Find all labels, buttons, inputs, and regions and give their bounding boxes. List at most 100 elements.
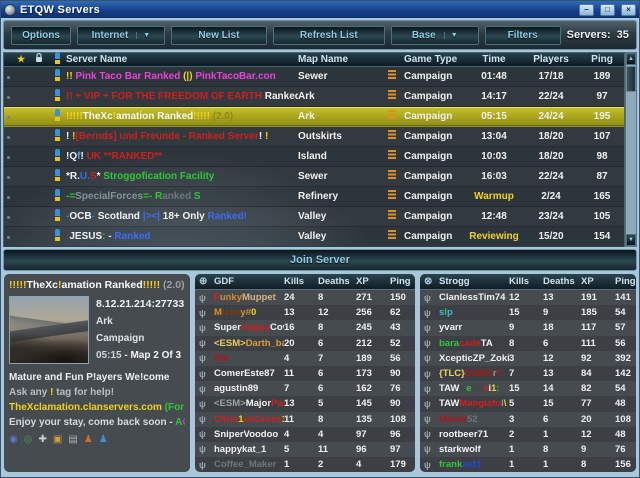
player-row[interactable]: ψRik4718956 <box>195 351 415 366</box>
close-icon[interactable]: × <box>621 4 636 16</box>
player-row[interactable]: ψTAWKennei1:15148254 <box>420 381 636 396</box>
server-list-region: ★ Server Name Map Name Game Type Time Pl… <box>3 52 637 247</box>
minimize-icon[interactable]: – <box>579 4 594 16</box>
server-row[interactable]: -OCB- Scotland |><| 18+ Only Ranked!Vall… <box>4 207 624 227</box>
player-row[interactable]: ψ<ESM>Darth_ba20621252 <box>195 336 415 351</box>
player-row[interactable]: ψfrankast1118156 <box>420 457 636 472</box>
text-part: - Map 2 Of 3 <box>124 350 181 361</box>
column-kills[interactable]: Kills <box>284 276 318 287</box>
server-name: !! Pink Taco Bar Ranked (|) PinkTacoBar.… <box>66 71 298 82</box>
player-row[interactable]: ψstarkwolf18976 <box>420 442 636 457</box>
lock-icon[interactable] <box>35 53 43 66</box>
source-dropdown[interactable]: Internet ▼ <box>77 26 165 45</box>
column-time[interactable]: Time <box>466 54 522 65</box>
player-name: XcepticZP_Zoki <box>439 353 509 364</box>
player-row[interactable]: ψrootbeer71211248 <box>420 427 636 442</box>
server-row[interactable]: !! Pink Taco Bar Ranked (|) PinkTacoBar.… <box>4 67 624 87</box>
player-row[interactable]: ψMickey#0131225662 <box>195 305 415 320</box>
text-part: Major <box>246 398 271 409</box>
player-row[interactable]: ψSuperHappyCov16824543 <box>195 320 415 335</box>
title-bar[interactable]: ETQW Servers – □ × <box>1 1 639 18</box>
server-row[interactable]: !!!!!TheXc!amation Ranked!!!!! (2.0)ArkC… <box>4 107 624 127</box>
filters-button[interactable]: Filters <box>485 26 561 45</box>
player-rank-icon: ψ <box>199 460 214 470</box>
column-ping[interactable]: Ping <box>390 276 411 287</box>
server-info-title: !!!!!TheXc!amation Ranked!!!!! (2.0) <box>9 279 185 291</box>
column-xp[interactable]: XP <box>356 276 390 287</box>
text-part: !!!!! <box>193 111 210 122</box>
crosshair-icon: ✚ <box>38 434 46 446</box>
player-ping: 48 <box>615 429 632 440</box>
player-name: SniperVoodoo <box>214 429 284 440</box>
player-row[interactable]: ψ{TLC}DdMGrY71384142 <box>420 366 636 381</box>
scrollbar[interactable]: ▲ ▼ <box>625 52 637 247</box>
player-row[interactable]: ψFunkyMuppet248271150 <box>195 290 415 305</box>
player-row[interactable]: ψagustin897616276 <box>195 381 415 396</box>
maximize-icon[interactable]: □ <box>600 4 615 16</box>
scrollbar-thumb[interactable] <box>626 66 636 92</box>
server-row[interactable]: !! + VIP + FOR THE FREEDOM OF EARTH Rank… <box>4 87 624 107</box>
player-rank-icon: ψ <box>199 384 214 394</box>
text-part: -= <box>66 191 75 202</box>
player-row[interactable]: ψChris1usCross1118135108 <box>195 412 415 427</box>
player-row[interactable]: ψXcepticZP_Zoki31292392 <box>420 351 636 366</box>
row-marker-icon <box>7 216 10 219</box>
servers-count-value: 35 <box>617 29 629 41</box>
player-row[interactable]: ψyvarr91811757 <box>420 320 636 335</box>
player-deaths: 8 <box>318 414 356 425</box>
player-row[interactable]: ψSniperVoodoo449796 <box>195 427 415 442</box>
player-row[interactable]: ψMarok523620108 <box>420 412 636 427</box>
player-row[interactable]: ψhappykat_15119697 <box>195 442 415 457</box>
column-map-name[interactable]: Map Name <box>298 54 388 65</box>
text-part: ComerEste87 <box>214 368 275 379</box>
player-ping: 52 <box>390 338 411 349</box>
players-column-icon[interactable] <box>54 52 61 67</box>
player-row[interactable]: ψComerEste8711617390 <box>195 366 415 381</box>
refresh-list-button[interactable]: Refresh List <box>273 26 385 45</box>
server-row[interactable]: !Qf! UK **RANKED**IslandCampaign10:0318/… <box>4 147 624 167</box>
players: 17/18 <box>522 71 580 82</box>
join-server-button[interactable]: Join Server <box>3 249 637 271</box>
server-address: 8.12.21.214:27733 <box>96 296 184 313</box>
player-ping: 56 <box>615 338 632 349</box>
scroll-down-icon[interactable]: ▼ <box>626 234 636 246</box>
text-part: =- <box>143 191 155 202</box>
ping: 105 <box>580 211 624 222</box>
player-kills: 3 <box>509 414 543 425</box>
scrollbar-track[interactable] <box>626 65 636 234</box>
column-server-name[interactable]: Server Name <box>66 54 298 65</box>
player-row[interactable]: ψTAWMangiafol\5157748 <box>420 396 636 411</box>
player-row[interactable]: ψslp15918554 <box>420 305 636 320</box>
column-game-type[interactable]: Game Type <box>404 54 466 65</box>
new-list-button[interactable]: New List <box>171 26 267 45</box>
column-deaths[interactable]: Deaths <box>543 276 581 287</box>
player-name: agustin89 <box>214 383 284 394</box>
text-part: <ESM> <box>214 338 246 349</box>
server-mode: Campaign <box>96 330 184 347</box>
server-row[interactable]: *R.U.S* Stroggofication FacilitySewerCam… <box>4 167 624 187</box>
player-xp: 4 <box>356 459 390 470</box>
server-row[interactable]: ! ![Bernds] und Freunde - Ranked Server!… <box>4 127 624 147</box>
options-button[interactable]: Options <box>11 26 71 45</box>
column-xp[interactable]: XP <box>581 276 615 287</box>
player-row[interactable]: ψbaracadeTA8611156 <box>420 336 636 351</box>
player-ping: 392 <box>615 353 632 364</box>
text-part: !!!!! <box>66 111 83 122</box>
column-kills[interactable]: Kills <box>509 276 543 287</box>
base-dropdown[interactable]: Base ▼ <box>391 26 479 45</box>
column-players[interactable]: Players <box>522 54 580 65</box>
player-row[interactable]: ψCoffee_Maker124179 <box>195 457 415 472</box>
player-row[interactable]: ψ<ESM>MajorPai13514590 <box>195 396 415 411</box>
text-part: *R. <box>66 171 80 182</box>
column-ping[interactable]: Ping <box>580 54 624 65</box>
server-row[interactable]: -=SpecialForces=- Ranked SRefineryCampai… <box>4 187 624 207</box>
map-name: Ark <box>298 91 388 102</box>
server-row[interactable]: :JESUS: - RankedValleyCampaignReviewing1… <box>4 227 624 247</box>
column-ping[interactable]: Ping <box>615 276 636 287</box>
text-part: Muppet <box>242 292 276 303</box>
column-deaths[interactable]: Deaths <box>318 276 356 287</box>
player-row[interactable]: ψClanlessTim741213191141 <box>420 290 636 305</box>
player-kills: 7 <box>509 368 543 379</box>
scroll-up-icon[interactable]: ▲ <box>626 53 636 65</box>
favorite-column-icon[interactable]: ★ <box>12 54 30 65</box>
